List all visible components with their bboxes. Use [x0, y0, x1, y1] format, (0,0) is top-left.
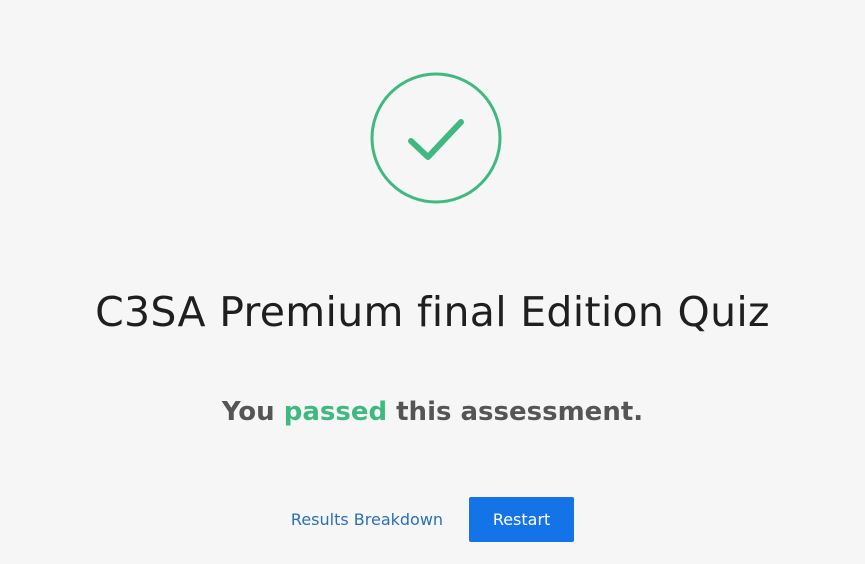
restart-button[interactable]: Restart — [469, 497, 575, 542]
result-prefix: You — [221, 397, 284, 427]
result-message: You passed this assessment. — [0, 393, 865, 431]
checkmark-circle-icon — [370, 72, 502, 204]
quiz-title: C3SA Premium final Edition Quiz — [95, 288, 770, 336]
results-breakdown-link[interactable]: Results Breakdown — [291, 510, 443, 529]
quiz-result-page: C3SA Premium final Edition Quiz You pass… — [0, 0, 865, 564]
result-suffix: this assessment. — [387, 397, 644, 427]
result-actions: Results Breakdown Restart — [0, 497, 865, 542]
result-status: passed — [283, 397, 388, 427]
